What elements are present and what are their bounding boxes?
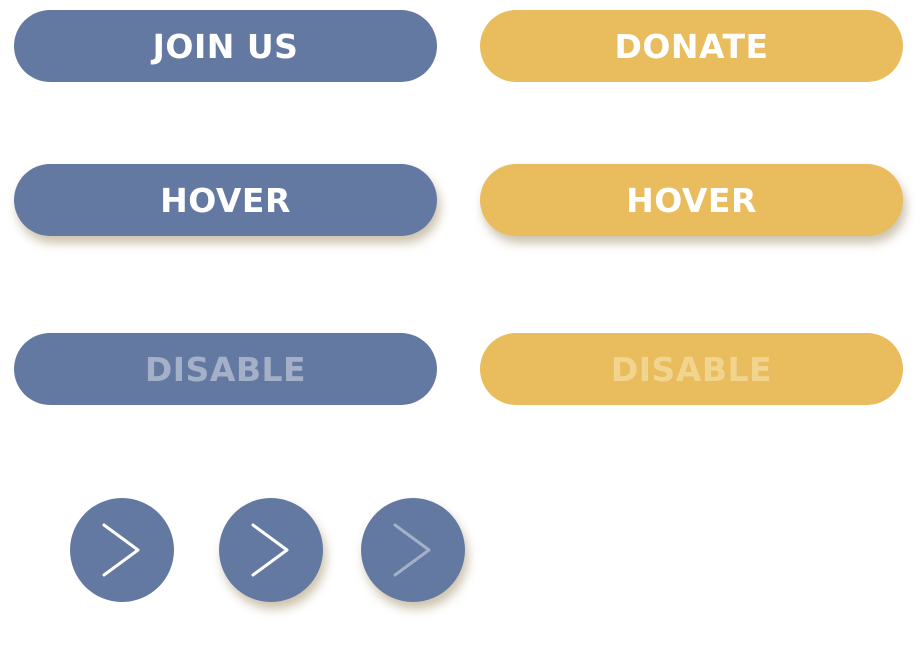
join-us-hover-label: HOVER (160, 180, 291, 220)
join-us-disabled-label: DISABLE (144, 349, 307, 389)
join-us-button-hover[interactable]: HOVER (14, 164, 437, 236)
donate-disabled-label: DISABLE (610, 349, 773, 389)
donate-button[interactable]: DONATE (480, 10, 903, 82)
join-us-button[interactable]: JOIN US (14, 10, 437, 82)
join-us-button-disabled: DISABLE (14, 333, 437, 405)
next-arrow-button-hover[interactable] (219, 498, 323, 602)
donate-hover-label: HOVER (626, 180, 757, 220)
donate-button-hover[interactable]: HOVER (480, 164, 903, 236)
chevron-right-icon (102, 523, 140, 577)
donate-button-disabled: DISABLE (480, 333, 903, 405)
join-us-button-label: JOIN US (152, 26, 299, 66)
donate-button-label: DONATE (614, 26, 769, 66)
chevron-right-icon (251, 523, 289, 577)
next-arrow-button-disabled (361, 498, 465, 602)
chevron-right-icon (393, 523, 431, 577)
next-arrow-button[interactable] (70, 498, 174, 602)
